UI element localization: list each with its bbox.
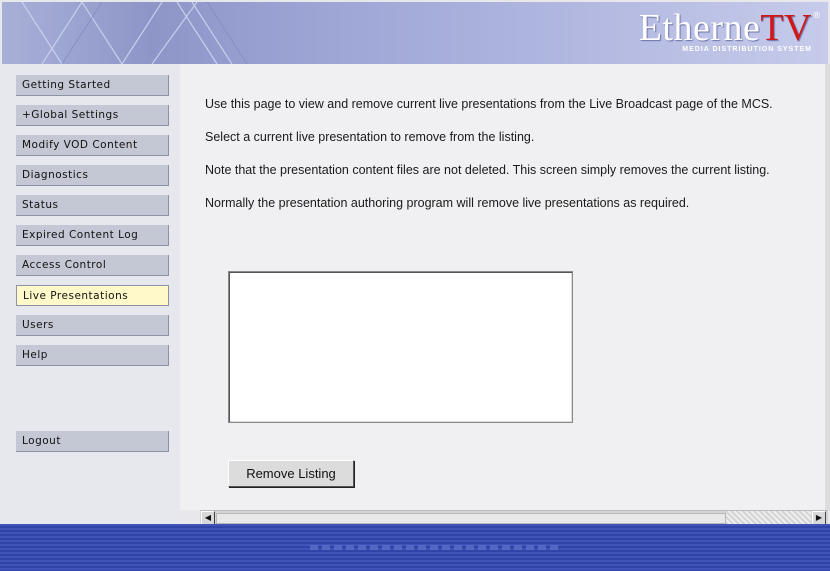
nav-item-modify-vod-content[interactable]: Modify VOD Content bbox=[16, 135, 169, 156]
nav-item-help[interactable]: Help bbox=[16, 345, 169, 366]
vertical-scrollbar[interactable] bbox=[825, 64, 830, 510]
intro-paragraph: Use this page to view and remove current… bbox=[205, 97, 773, 111]
etherne-tv-logo: EtherneTV ® MEDIA DISTRIBUTION SYSTEM bbox=[638, 7, 820, 53]
footer-band bbox=[0, 524, 830, 571]
logout-button[interactable]: Logout bbox=[16, 431, 169, 452]
nav-item-users[interactable]: Users bbox=[16, 315, 169, 336]
nav-item-status[interactable]: Status bbox=[16, 195, 169, 216]
footer-dotted-decoration bbox=[310, 545, 560, 550]
header-decoration-graphic bbox=[21, 2, 248, 64]
logo-wordmark: Etherne bbox=[638, 7, 761, 49]
instruction-paragraph: Select a current live presentation to re… bbox=[205, 130, 535, 144]
main-content: Use this page to view and remove current… bbox=[180, 64, 825, 510]
scrollbar-track[interactable] bbox=[726, 511, 811, 524]
scroll-right-icon[interactable]: ▶ bbox=[812, 511, 826, 525]
remove-listing-button[interactable]: Remove Listing bbox=[228, 460, 354, 487]
nav-item-access-control[interactable]: Access Control bbox=[16, 255, 169, 276]
header-banner: EtherneTV ® MEDIA DISTRIBUTION SYSTEM bbox=[2, 2, 828, 64]
authoring-note-paragraph: Normally the presentation authoring prog… bbox=[205, 196, 690, 210]
nav-item-diagnostics[interactable]: Diagnostics bbox=[16, 165, 169, 186]
sidebar-nav: Getting Started +Global Settings Modify … bbox=[0, 64, 180, 524]
note-paragraph: Note that the presentation content files… bbox=[205, 163, 770, 177]
logo-tv-mark: TV bbox=[760, 7, 812, 49]
scroll-left-icon[interactable]: ◀ bbox=[201, 511, 215, 525]
nav-item-getting-started[interactable]: Getting Started bbox=[16, 75, 169, 96]
registered-mark: ® bbox=[813, 10, 820, 20]
nav-item-expired-content-log[interactable]: Expired Content Log bbox=[16, 225, 169, 246]
scrollbar-thumb[interactable] bbox=[216, 513, 726, 524]
live-presentations-listbox[interactable] bbox=[228, 271, 573, 423]
nav-item-live-presentations[interactable]: Live Presentations bbox=[16, 285, 169, 306]
horizontal-scrollbar[interactable]: ◀ ▶ bbox=[200, 510, 828, 525]
nav-item-global-settings[interactable]: +Global Settings bbox=[16, 105, 169, 126]
